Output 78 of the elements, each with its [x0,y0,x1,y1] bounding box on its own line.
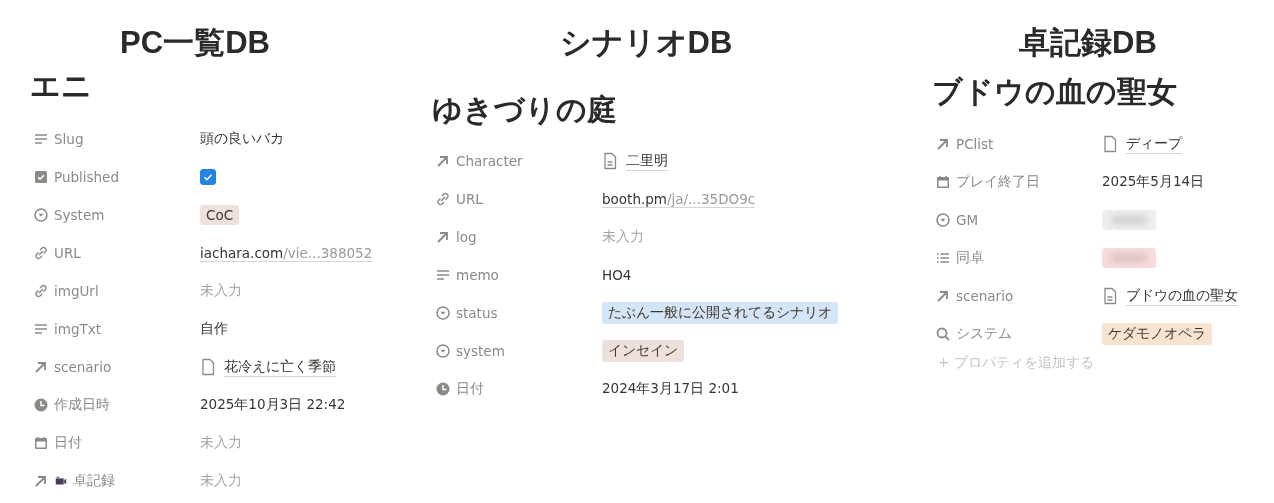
property-label: プレイ終了日 [956,173,1040,191]
property-value: 2025年5月14日 [1102,173,1205,191]
dropdown-circle-icon [935,212,951,228]
property-label: system [456,343,505,359]
empty-value: 未入力 [200,434,242,452]
bulleted-list-icon [935,250,951,266]
link-icon [33,245,49,261]
link-icon [33,283,49,299]
property-label: scenario [956,288,1014,304]
property-label: Published [54,169,119,185]
document-icon [602,152,618,170]
text-lines-icon [435,267,451,283]
empty-value: 未入力 [200,282,242,300]
page-link[interactable]: 二里明 [626,151,668,171]
property-value: 頭の良いバカ [200,130,284,148]
property-label: 作成日時 [54,396,110,414]
property-label: URL [54,245,81,261]
blank-page-icon [1102,135,1118,153]
camera-icon [54,474,68,488]
property-label: Character [456,153,523,169]
page-link[interactable]: 花冷えに亡く季節 [224,357,336,377]
property-value: 自作 [200,320,228,338]
select-tag: CoC [200,205,240,225]
property-label: 卓記録 [73,472,115,490]
diagonal-arrow-icon [935,136,951,152]
document-icon [1102,287,1118,305]
dropdown-circle-icon [435,305,451,321]
database-heading: シナリオDB [558,24,734,62]
property-label: 同卓 [956,249,984,267]
calendar-icon [33,435,49,451]
property-label: imgTxt [54,321,101,337]
clock-icon [435,381,451,397]
text-lines-icon [33,131,49,147]
dropdown-circle-icon [435,343,451,359]
select-tag: たぶん一般に公開されてるシナリオ [602,302,838,324]
clock-icon [33,397,49,413]
database-heading: PC一覧DB [119,24,271,62]
page-title: ゆきづりの庭 [432,92,617,128]
calendar-icon [935,174,951,190]
checkbox-icon [33,169,49,185]
property-label: memo [456,267,499,283]
blank-page-icon [200,358,216,376]
page-title: エニ [30,68,92,104]
property-label: GM [956,212,979,228]
diagonal-arrow-icon [435,229,451,245]
database-heading: 卓記録DB [1018,24,1158,62]
select-tag: インセイン [602,340,684,362]
diagonal-arrow-icon [33,359,49,375]
page-link[interactable]: ディープ [1126,134,1182,154]
url-link[interactable]: iachara.com/vie...388052 [200,244,373,262]
property-label: log [456,229,477,245]
page-link[interactable]: ブドウの血の聖女 [1126,286,1238,306]
checkbox[interactable] [200,169,216,185]
property-label: status [456,305,498,321]
property-value: 2024年3月17日 2:01 [602,380,739,398]
dropdown-circle-icon [33,207,49,223]
page-title: ブドウの血の聖女 [932,74,1177,110]
property-label: scenario [54,359,112,375]
diagonal-arrow-icon [935,288,951,304]
property-label: System [54,207,105,223]
diagonal-arrow-icon [435,153,451,169]
empty-value: 未入力 [602,228,644,246]
property-label: PClist [956,136,994,152]
empty-value: 未入力 [200,472,242,490]
property-label: Slug [54,131,84,147]
property-label: システム [956,325,1012,343]
property-label: imgUrl [54,283,99,299]
property-label: 日付 [54,434,82,452]
property-value: 2025年10月3日 22:42 [200,396,346,414]
select-tag: ケダモノオペラ [1102,323,1212,345]
property-label: 日付 [456,380,484,398]
search-icon [935,326,951,342]
link-icon [435,191,451,207]
property-value: HO4 [602,267,632,283]
property-label: URL [456,191,483,207]
diagonal-arrow-icon [33,473,49,489]
text-lines-icon [33,321,49,337]
url-link[interactable]: booth.pm/ja/...35DO9c [602,190,756,208]
